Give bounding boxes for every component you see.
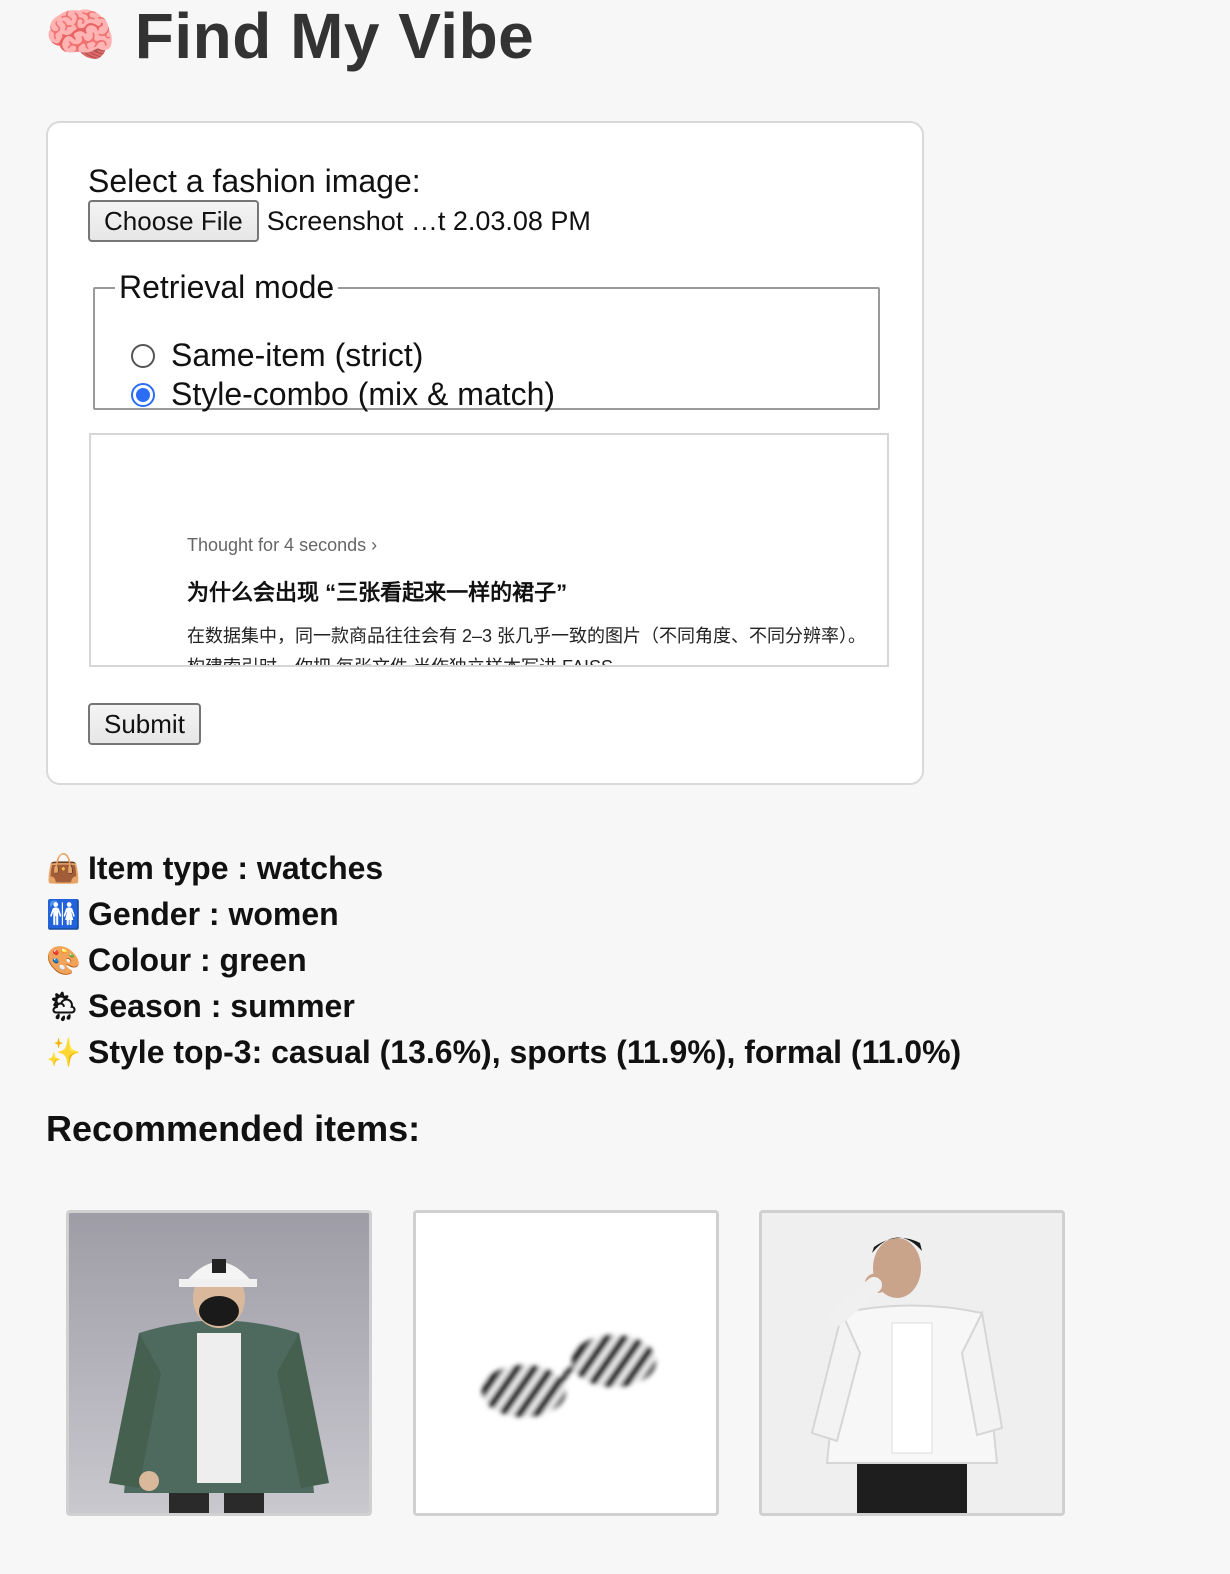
preview-line-1: 在数据集中，同一款商品往往会有 2–3 张几乎一致的图片（不同角度、不同分辨率）…	[187, 626, 867, 646]
prediction-results: 👜 Item type : watches 🚻 Gender : women 🎨…	[46, 845, 961, 1075]
style-combo-radio[interactable]	[131, 382, 155, 407]
palette-icon: 🎨	[46, 944, 81, 976]
item-type-text: Item type : watches	[88, 849, 384, 886]
page: 🧠 Find My Vibe Select a fashion image: C…	[0, 0, 1230, 1574]
same-item-label[interactable]: Same-item (strict)	[171, 337, 423, 374]
chevron-right-icon: ›	[371, 535, 378, 555]
file-input[interactable]: Choose File Screenshot …t 2.03.08 PM	[88, 200, 591, 242]
recommended-item-2[interactable]	[413, 1210, 719, 1516]
handbag-icon: 👜	[46, 852, 81, 884]
upload-form: Select a fashion image: Choose File Scre…	[46, 121, 924, 785]
preview-thought-text: Thought for 4 seconds ›	[187, 535, 378, 555]
page-title-text: Find My Vibe	[134, 0, 535, 72]
preview-body: 在数据集中，同一款商品往往会有 2–3 张几乎一致的图片（不同角度、不同分辨率）…	[187, 621, 887, 667]
restroom-icon: 🚻	[46, 898, 81, 930]
sparkles-icon: ✨	[46, 1036, 81, 1068]
colour-result: 🎨 Colour : green	[46, 937, 961, 983]
page-title: 🧠 Find My Vibe	[44, 0, 534, 72]
recommended-heading: Recommended items:	[46, 1108, 421, 1149]
mode-option-same-item[interactable]: Same-item (strict)	[131, 337, 423, 374]
season-result: 🌦 Season : summer	[46, 983, 961, 1029]
same-item-radio[interactable]	[131, 343, 155, 368]
select-image-label: Select a fashion image:	[88, 163, 421, 199]
style-text: Style top-3: casual (13.6%), sports (11.…	[88, 1033, 962, 1070]
sunglasses-image	[416, 1213, 716, 1513]
choose-file-button[interactable]: Choose File	[88, 200, 259, 242]
white-jacket-image	[762, 1213, 1062, 1513]
preview-heading: 为什么会出现 “三张看起来一样的裙子”	[187, 580, 568, 605]
preview-line-2: 构建索引时，你把 每张文件 当作独立样本写进 FAISS	[187, 657, 614, 667]
image-preview: Thought for 4 seconds › 为什么会出现 “三张看起来一样的…	[89, 433, 889, 667]
item-type-result: 👜 Item type : watches	[46, 845, 961, 891]
mode-option-style-combo[interactable]: Style-combo (mix & match)	[131, 376, 555, 413]
green-jacket-image	[69, 1213, 369, 1513]
recommended-item-1[interactable]	[66, 1210, 372, 1516]
style-combo-label[interactable]: Style-combo (mix & match)	[171, 376, 555, 413]
style-result: ✨ Style top-3: casual (13.6%), sports (1…	[46, 1029, 961, 1075]
gender-result: 🚻 Gender : women	[46, 891, 961, 937]
gender-text: Gender : women	[88, 895, 339, 932]
season-text: Season : summer	[88, 987, 355, 1024]
cloud-sun-rain-icon: 🌦	[46, 990, 82, 1022]
retrieval-mode-legend: Retrieval mode	[119, 269, 335, 305]
brain-icon: 🧠	[44, 3, 117, 68]
recommended-item-3[interactable]	[759, 1210, 1065, 1516]
retrieval-mode-group: Retrieval mode Same-item (strict) Style-…	[93, 269, 880, 413]
submit-button[interactable]: Submit	[88, 703, 201, 745]
colour-text: Colour : green	[88, 941, 307, 978]
selected-file-name: Screenshot …t 2.03.08 PM	[266, 205, 591, 236]
